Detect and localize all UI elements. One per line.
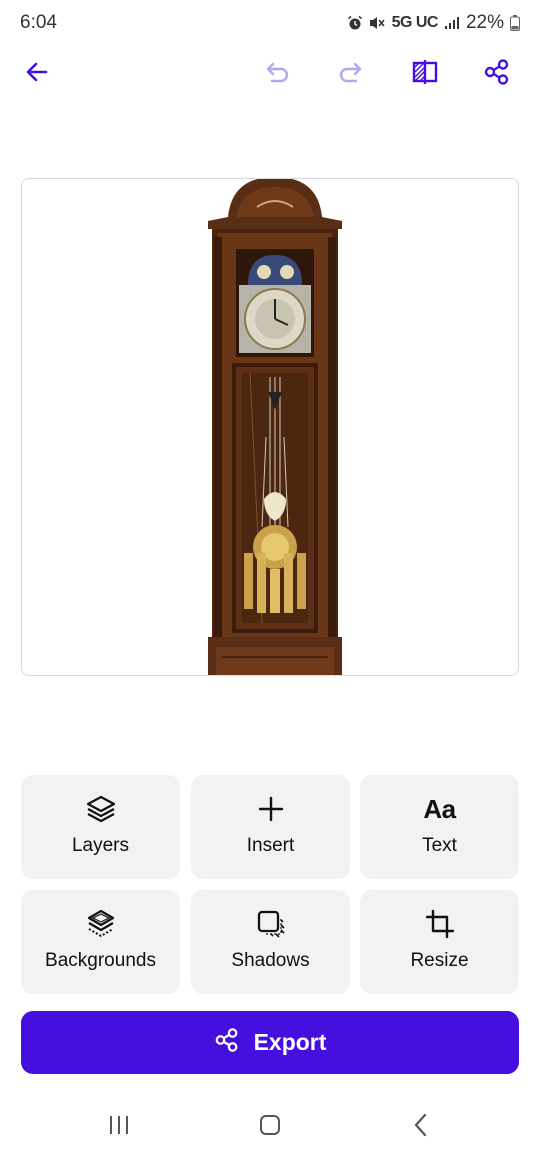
system-back-button[interactable] [401, 1112, 441, 1142]
tool-label: Resize [410, 950, 469, 971]
network-label: 5G UC [391, 14, 439, 31]
plus-icon [257, 793, 285, 825]
top-toolbar [0, 50, 540, 100]
undo-button[interactable] [260, 56, 296, 92]
backgrounds-button[interactable]: Backgrounds [21, 890, 180, 994]
tool-label: Shadows [231, 950, 310, 971]
layers-icon [85, 793, 117, 825]
signal-icon [444, 16, 460, 30]
status-time: 6:04 [20, 12, 57, 33]
backgrounds-icon [85, 908, 117, 940]
compare-button[interactable] [407, 56, 443, 92]
share-icon [214, 1027, 240, 1058]
tool-label: Insert [246, 835, 295, 856]
compare-icon [411, 58, 439, 91]
text-button[interactable]: Aa Text [360, 775, 519, 879]
text-aa-glyph: Aa [423, 793, 456, 824]
system-nav-bar [0, 1100, 540, 1158]
layers-button[interactable]: Layers [21, 775, 180, 879]
battery-icon [510, 15, 520, 31]
tool-label: Layers [71, 835, 130, 856]
export-label: Export [253, 1029, 327, 1055]
tool-label: Text [422, 835, 457, 856]
share-button[interactable] [479, 56, 515, 92]
grandfather-clock-image[interactable] [202, 178, 348, 676]
recents-button[interactable] [99, 1112, 139, 1142]
recents-icon [107, 1114, 131, 1141]
back-icon [413, 1113, 429, 1142]
shadows-icon [255, 908, 287, 940]
tool-label: Backgrounds [45, 950, 156, 971]
design-canvas[interactable] [21, 178, 519, 676]
battery-percent: 22% [465, 12, 504, 33]
export-button[interactable]: Export [21, 1011, 519, 1074]
back-arrow-icon [24, 59, 50, 90]
home-button[interactable] [250, 1112, 290, 1142]
redo-button[interactable] [332, 56, 368, 92]
home-icon [259, 1114, 281, 1141]
resize-button[interactable]: Resize [360, 890, 519, 994]
mute-icon [369, 15, 386, 31]
status-bar: 6:04 5G UC 22% [0, 0, 540, 48]
share-icon [483, 58, 511, 91]
insert-button[interactable]: Insert [191, 775, 350, 879]
status-icons: 5G UC 22% [347, 12, 520, 34]
text-aa-icon: Aa [423, 793, 456, 825]
redo-icon [336, 59, 364, 90]
back-button[interactable] [19, 56, 55, 92]
crop-icon [425, 908, 455, 940]
shadows-button[interactable]: Shadows [191, 890, 350, 994]
alarm-icon [347, 15, 363, 31]
undo-icon [264, 59, 292, 90]
